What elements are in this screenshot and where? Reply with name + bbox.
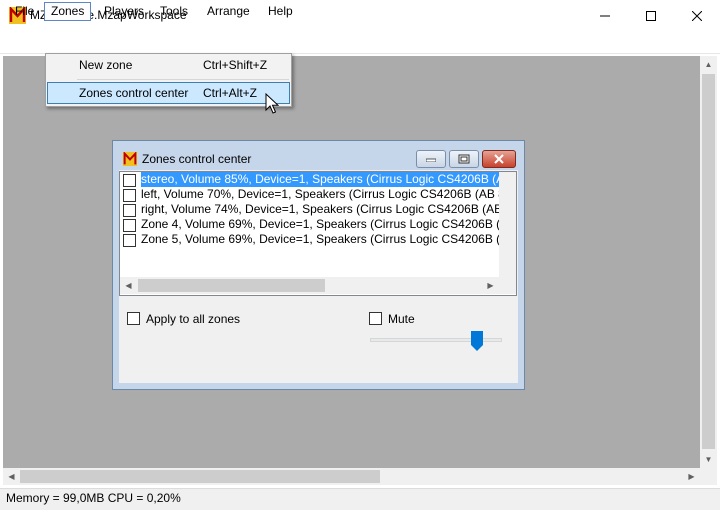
menu-item-new-zone[interactable]: New zone Ctrl+Shift+Z bbox=[47, 54, 290, 76]
zone-text: left, Volume 70%, Device=1, Speakers (Ci… bbox=[141, 187, 516, 201]
zone-list-horizontal-scroll-thumb[interactable] bbox=[138, 279, 325, 292]
menu-file[interactable]: File bbox=[8, 2, 41, 21]
volume-slider-thumb[interactable] bbox=[471, 331, 483, 351]
apply-to-all-zones-checkbox[interactable] bbox=[127, 312, 140, 325]
menu-players[interactable]: Players bbox=[97, 2, 151, 21]
menu-item-zones-control-center[interactable]: Zones control center Ctrl+Alt+Z bbox=[47, 82, 290, 104]
child-close-button[interactable] bbox=[482, 150, 516, 168]
status-memory-cpu: Memory = 99,0MB CPU = 0,20% bbox=[6, 491, 181, 505]
zone-checkbox[interactable] bbox=[123, 189, 136, 202]
list-scroll-right-icon[interactable]: ▶ bbox=[482, 277, 499, 294]
close-button[interactable] bbox=[674, 0, 720, 31]
menu-item-shortcut: Ctrl+Alt+Z bbox=[203, 86, 258, 100]
close-icon bbox=[494, 154, 504, 164]
maximize-button[interactable] bbox=[628, 0, 674, 31]
zone-checkbox[interactable] bbox=[123, 219, 136, 232]
zone-text: Zone 5, Volume 69%, Device=1, Speakers (… bbox=[141, 232, 516, 246]
workspace-vertical-scroll-thumb[interactable] bbox=[702, 74, 715, 449]
child-window-logo-icon[interactable] bbox=[123, 151, 137, 166]
menu-zones[interactable]: Zones bbox=[44, 2, 92, 21]
scrollbar-corner bbox=[700, 468, 717, 485]
child-restore-button[interactable] bbox=[449, 150, 479, 168]
maximize-icon bbox=[646, 10, 656, 21]
mute-checkbox[interactable] bbox=[369, 312, 382, 325]
zone-row[interactable]: stereo, Volume 85%, Device=1, Speakers (… bbox=[120, 172, 516, 187]
list-scroll-left-icon[interactable]: ◀ bbox=[120, 277, 137, 294]
scroll-up-icon[interactable]: ▲ bbox=[700, 56, 717, 73]
child-minimize-button[interactable] bbox=[416, 150, 446, 168]
zone-checkbox[interactable] bbox=[123, 234, 136, 247]
minimize-button[interactable] bbox=[582, 0, 628, 31]
menu-tools[interactable]: Tools bbox=[153, 2, 195, 21]
menu-item-label: New zone bbox=[79, 58, 133, 72]
zone-text: Zone 4, Volume 69%, Device=1, Speakers (… bbox=[141, 217, 516, 231]
scroll-right-icon[interactable]: ▶ bbox=[683, 468, 700, 485]
scroll-left-icon[interactable]: ◀ bbox=[3, 468, 20, 485]
menu-arrange[interactable]: Arrange bbox=[200, 2, 257, 21]
zone-row[interactable]: left, Volume 70%, Device=1, Speakers (Ci… bbox=[120, 187, 516, 202]
close-icon bbox=[692, 10, 702, 21]
zone-checkbox[interactable] bbox=[123, 174, 136, 187]
restore-icon bbox=[458, 154, 470, 164]
child-window-title: Zones control center bbox=[142, 152, 252, 166]
zone-list-scrollbar-corner bbox=[499, 277, 516, 294]
zone-text: stereo, Volume 85%, Device=1, Speakers (… bbox=[141, 172, 516, 187]
minimize-icon bbox=[600, 15, 610, 16]
zone-checkbox[interactable] bbox=[123, 204, 136, 217]
scroll-down-icon[interactable]: ▼ bbox=[700, 451, 717, 468]
menu-separator bbox=[77, 79, 289, 80]
zone-row[interactable]: Zone 5, Volume 69%, Device=1, Speakers (… bbox=[120, 232, 516, 247]
zone-row[interactable]: Zone 4, Volume 69%, Device=1, Speakers (… bbox=[120, 217, 516, 232]
zone-text: right, Volume 74%, Device=1, Speakers (C… bbox=[141, 202, 516, 216]
zone-list-vertical-scrollbar[interactable] bbox=[499, 172, 516, 277]
workspace-horizontal-scroll-thumb[interactable] bbox=[20, 470, 380, 483]
mouse-pointer-icon bbox=[265, 92, 280, 115]
menu-help[interactable]: Help bbox=[261, 2, 300, 21]
zone-row[interactable]: right, Volume 74%, Device=1, Speakers (C… bbox=[120, 202, 516, 217]
apply-to-all-zones-label[interactable]: Apply to all zones bbox=[146, 312, 240, 326]
menu-item-label: Zones control center bbox=[79, 86, 189, 100]
menu-item-shortcut: Ctrl+Shift+Z bbox=[203, 58, 268, 72]
menu-bar bbox=[0, 32, 720, 54]
mute-label[interactable]: Mute bbox=[388, 312, 415, 326]
minimize-icon bbox=[426, 158, 436, 162]
